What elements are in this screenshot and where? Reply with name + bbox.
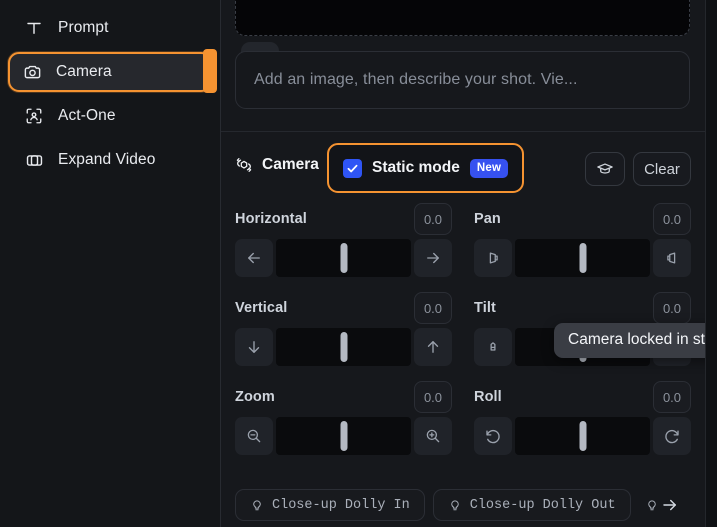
control-slider[interactable] (276, 417, 411, 455)
control-label: Zoom (235, 389, 275, 405)
control-horizontal: Horizontal 0.0 (235, 200, 452, 277)
camera-icon (22, 62, 42, 82)
slider-thumb[interactable] (340, 243, 347, 273)
control-roll: Roll 0.0 (474, 378, 691, 455)
control-value[interactable]: 0.0 (653, 381, 691, 413)
camera-label: Camera (262, 156, 319, 173)
sidebar: Prompt Camera Act-One Expand Video (0, 0, 220, 527)
control-pan: Pan 0.0 (474, 200, 691, 277)
expand-video-icon (24, 150, 44, 170)
control-label: Pan (474, 211, 501, 227)
control-value[interactable]: 0.0 (653, 203, 691, 235)
control-value[interactable]: 0.0 (653, 292, 691, 324)
slider-thumb[interactable] (579, 421, 586, 451)
static-mode-tooltip: Camera locked in static mode. (554, 323, 705, 358)
control-value[interactable]: 0.0 (414, 203, 452, 235)
static-mode-checkbox[interactable] (343, 158, 362, 178)
sidebar-item-label: Camera (56, 63, 112, 80)
control-vertical: Vertical 0.0 (235, 289, 452, 366)
lightbulb-icon (250, 498, 264, 512)
selection-indicator (203, 49, 217, 93)
zoom-in-icon[interactable] (414, 417, 452, 455)
prompt-placeholder: Add an image, then describe your shot. V… (254, 71, 578, 88)
slider-thumb[interactable] (579, 243, 586, 273)
control-label: Tilt (474, 300, 496, 316)
panel-right-rail (705, 0, 717, 527)
arrow-left-icon[interactable] (235, 239, 273, 277)
tilt-up-icon[interactable] (474, 328, 512, 366)
camera-section-title: Camera (235, 156, 319, 174)
clear-button[interactable]: Clear (633, 152, 691, 186)
image-dropzone[interactable] (235, 0, 690, 36)
control-value[interactable]: 0.0 (414, 292, 452, 324)
rotate-ccw-icon[interactable] (474, 417, 512, 455)
prompt-input[interactable]: Add an image, then describe your shot. V… (235, 51, 690, 109)
static-mode-toggle[interactable]: Static mode New (327, 143, 525, 193)
text-t-icon (24, 18, 44, 38)
learn-button[interactable] (585, 152, 625, 186)
rotate-cw-icon[interactable] (653, 417, 691, 455)
control-label: Vertical (235, 300, 288, 316)
arrow-up-icon[interactable] (414, 328, 452, 366)
preset-label: Close-up Dolly Out (469, 497, 616, 513)
arrow-right-icon (661, 496, 679, 514)
preset-label: Close-up Dolly In (272, 497, 410, 513)
clear-button-label: Clear (644, 160, 680, 178)
sidebar-item-expand-video[interactable]: Expand Video (10, 140, 210, 180)
camera-section-header: Camera Static mode New Clear (221, 143, 705, 193)
zoom-out-icon[interactable] (235, 417, 273, 455)
control-value[interactable]: 0.0 (414, 381, 452, 413)
control-slider[interactable] (515, 417, 650, 455)
graduation-cap-icon (596, 160, 614, 178)
lightbulb-icon (448, 498, 462, 512)
control-slider[interactable] (276, 328, 411, 366)
slider-thumb[interactable] (340, 332, 347, 362)
pan-left-icon[interactable] (474, 239, 512, 277)
sidebar-item-act-one[interactable]: Act-One (10, 96, 210, 136)
sidebar-item-prompt[interactable]: Prompt (10, 8, 210, 48)
sidebar-item-label: Expand Video (58, 151, 156, 168)
new-badge: New (469, 158, 509, 178)
camera-preset-list: Close-up Dolly In Close-up Dolly Out (221, 489, 705, 521)
static-mode-label: Static mode (372, 159, 460, 176)
lightbulb-icon (645, 498, 659, 512)
arrow-down-icon[interactable] (235, 328, 273, 366)
face-scan-icon (24, 106, 44, 126)
camera-controls-screen: Prompt Camera Act-One Expand Video Add a… (0, 0, 717, 527)
control-slider[interactable] (276, 239, 411, 277)
section-divider (221, 131, 705, 132)
preset-close-up-dolly-in[interactable]: Close-up Dolly In (235, 489, 425, 521)
camera-panel: Add an image, then describe your shot. V… (221, 0, 705, 527)
slider-thumb[interactable] (340, 421, 347, 451)
arrow-right-icon[interactable] (414, 239, 452, 277)
sidebar-item-camera[interactable]: Camera (8, 52, 212, 92)
control-label: Horizontal (235, 211, 307, 227)
pan-right-icon[interactable] (653, 239, 691, 277)
control-row: Zoom 0.0 Roll 0.0 (221, 378, 705, 455)
sidebar-item-label: Act-One (58, 107, 116, 124)
control-row: Horizontal 0.0 Pan 0.0 (221, 200, 705, 277)
preset-close-up-dolly-out[interactable]: Close-up Dolly Out (432, 489, 631, 521)
control-zoom: Zoom 0.0 (235, 378, 452, 455)
control-label: Roll (474, 389, 502, 405)
camera-orbit-icon (235, 156, 253, 174)
control-slider[interactable] (515, 239, 650, 277)
preset-scroll-next[interactable] (639, 489, 685, 521)
sidebar-item-label: Prompt (58, 19, 109, 36)
